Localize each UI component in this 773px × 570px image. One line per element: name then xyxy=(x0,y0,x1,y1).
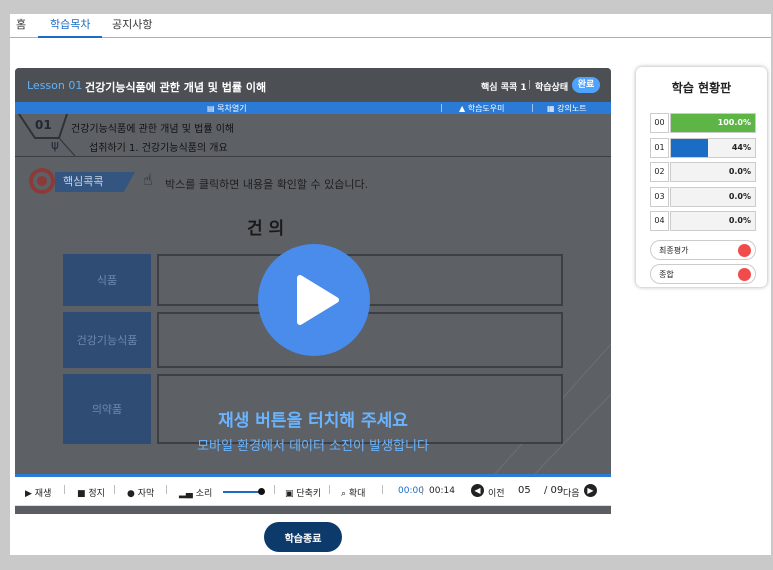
dashboard-row[interactable]: 03 0.0% xyxy=(650,187,756,207)
control-divider: | xyxy=(63,485,67,495)
slide-heading: 건 의 xyxy=(247,219,285,239)
slide-breadcrumb-2: 섭취하기 1. 건강기능식품의 개요 xyxy=(89,143,228,154)
slide-breadcrumb-1: 건강기능식품에 관한 개념 및 법률 이해 xyxy=(71,124,235,135)
caption-control[interactable]: ● 자막 xyxy=(127,486,154,499)
app-frame: 홈 학습목차 공지사항 Lesson 01 건강기능식품에 관한 개념 및 법률… xyxy=(10,14,771,555)
control-divider: | xyxy=(328,485,332,495)
control-divider: | xyxy=(273,485,277,495)
status-dot xyxy=(738,244,751,257)
dashboard-row[interactable]: 04 0.0% xyxy=(650,211,756,231)
player-header: Lesson 01 건강기능식품에 관한 개념 및 법률 이해 핵심 콕콕 1 … xyxy=(15,68,611,102)
control-divider: | xyxy=(165,485,169,495)
core-tag: 핵심콕콕 xyxy=(55,172,135,192)
progress-bar: 100.0% xyxy=(670,113,756,133)
row-number: 00 xyxy=(650,113,669,133)
row-number: 01 xyxy=(650,138,669,158)
progress-dashboard: 학습 현황판 00 100.0% 01 44% 02 0.0% 03 0.0% 04 0.0% 최… xyxy=(636,67,767,287)
play-button[interactable] xyxy=(258,244,370,356)
control-divider: | xyxy=(113,485,117,495)
volume-icon: ▂▄ xyxy=(179,489,196,499)
slide-instruction: 박스를 클릭하면 내용을 확인할 수 있습니다. xyxy=(165,178,369,191)
progress-percent: 0.0% xyxy=(728,167,751,176)
shortcut-control[interactable]: ▣ 단축키 xyxy=(285,486,321,499)
person-icon: ▲ xyxy=(459,104,468,113)
lesson-title: 건강기능식품에 관한 개념 및 법률 이해 xyxy=(85,81,267,94)
play-icon: ▶ xyxy=(25,489,35,499)
sound-control[interactable]: ▂▄ 소리 xyxy=(179,486,212,499)
toolbar-divider: | xyxy=(531,103,534,112)
progress-percent: 0.0% xyxy=(728,192,751,201)
row-number: 02 xyxy=(650,162,669,182)
progress-fill xyxy=(671,139,708,157)
notes-button[interactable]: ▦ 강의노트 xyxy=(547,103,587,114)
dashboard-row[interactable]: 02 0.0% xyxy=(650,162,756,182)
study-status-label: 학습상태 xyxy=(535,83,569,93)
time-total: 00:14 xyxy=(429,486,455,496)
dashboard-row[interactable]: 01 44% xyxy=(650,138,756,158)
volume-handle[interactable] xyxy=(258,488,265,495)
player-toolbar: ▤ 목차열기 | ▲ 학습도우미 | ▦ 강의노트 xyxy=(15,102,611,114)
total-item[interactable]: 종합 xyxy=(650,264,756,284)
progress-bar: 44% xyxy=(670,138,756,158)
row-label-food: 식품 xyxy=(63,254,151,306)
next-arrow-icon[interactable]: ▶ xyxy=(584,484,597,497)
control-divider: | xyxy=(381,485,385,495)
core-point-label: 핵심 콕콕 1 xyxy=(481,83,527,93)
tab-contents[interactable]: 학습목차 xyxy=(38,16,103,38)
note-icon: ▦ xyxy=(547,104,558,113)
list-icon: ▤ xyxy=(207,104,218,113)
progress-percent: 0.0% xyxy=(728,216,751,225)
target-icon xyxy=(29,168,55,194)
hand-pointer-icon: ☝ xyxy=(143,170,153,189)
tab-home[interactable]: 홈 xyxy=(16,16,26,36)
lesson-number: Lesson 01 xyxy=(27,79,83,92)
row-number: 03 xyxy=(650,187,669,207)
progress-bar: 0.0% xyxy=(670,187,756,207)
play-control[interactable]: ▶ 재생 xyxy=(25,486,51,499)
dashboard-row[interactable]: 00 100.0% xyxy=(650,113,756,133)
slide-divider xyxy=(15,156,611,157)
top-tabs: 홈 학습목차 공지사항 xyxy=(10,14,771,38)
total-label: 종합 xyxy=(659,270,674,279)
toc-button[interactable]: ▤ 목차열기 xyxy=(207,103,247,114)
keyboard-icon: ▣ xyxy=(285,489,297,499)
control-bar: ▶ 재생 | ■ 정지 | ● 자막 | ▂▄ 소리 | ▣ 단축키 | ⌕ 확… xyxy=(15,477,611,506)
status-dot xyxy=(738,268,751,281)
dashboard-title: 학습 현황판 xyxy=(671,81,732,95)
fork-icon: ψ xyxy=(51,138,59,152)
helper-button[interactable]: ▲ 학습도우미 xyxy=(459,103,505,114)
tab-notice[interactable]: 공지사항 xyxy=(112,16,152,36)
slide-content: 01 ψ 건강기능식품에 관한 개념 및 법률 이해 섭취하기 1. 건강기능식… xyxy=(15,114,611,474)
time-divider: | xyxy=(421,486,425,496)
volume-slider[interactable] xyxy=(223,491,261,493)
next-button[interactable]: 다음 xyxy=(563,486,580,499)
final-eval-label: 최종평가 xyxy=(659,246,689,255)
progress-bar: 0.0% xyxy=(670,162,756,182)
progress-bar: 0.0% xyxy=(670,211,756,231)
prev-arrow-icon[interactable]: ◀ xyxy=(471,484,484,497)
header-divider: | xyxy=(528,80,532,90)
page-total: / 09 xyxy=(544,485,564,496)
finish-study-button[interactable]: 학습종료 xyxy=(264,522,342,552)
speech-bubble-icon: ● xyxy=(127,489,138,499)
row-label-health-food: 건강기능식품 xyxy=(63,312,151,368)
row-number: 04 xyxy=(650,211,669,231)
page-current: 05 xyxy=(518,485,531,496)
final-eval-item[interactable]: 최종평가 xyxy=(650,240,756,260)
prev-button[interactable]: 이전 xyxy=(488,486,505,499)
progress-percent: 100.0% xyxy=(717,118,751,127)
video-player: Lesson 01 건강기능식품에 관한 개념 및 법률 이해 핵심 콕콕 1 … xyxy=(15,68,611,514)
magnifier-icon: ⌕ xyxy=(341,489,349,499)
progress-percent: 44% xyxy=(731,143,751,152)
overlay-message: 재생 버튼을 터치해 주세요 xyxy=(218,411,408,431)
play-icon xyxy=(297,275,339,325)
status-badge: 완료 xyxy=(572,77,600,93)
overlay-warning: 모바일 환경에서 데이터 소진이 발생합니다 xyxy=(197,439,429,454)
zoom-control[interactable]: ⌕ 확대 xyxy=(341,486,365,499)
stop-icon: ■ xyxy=(77,489,89,499)
slide-number: 01 xyxy=(35,118,52,132)
toolbar-divider: | xyxy=(440,103,443,112)
stop-control[interactable]: ■ 정지 xyxy=(77,486,105,499)
